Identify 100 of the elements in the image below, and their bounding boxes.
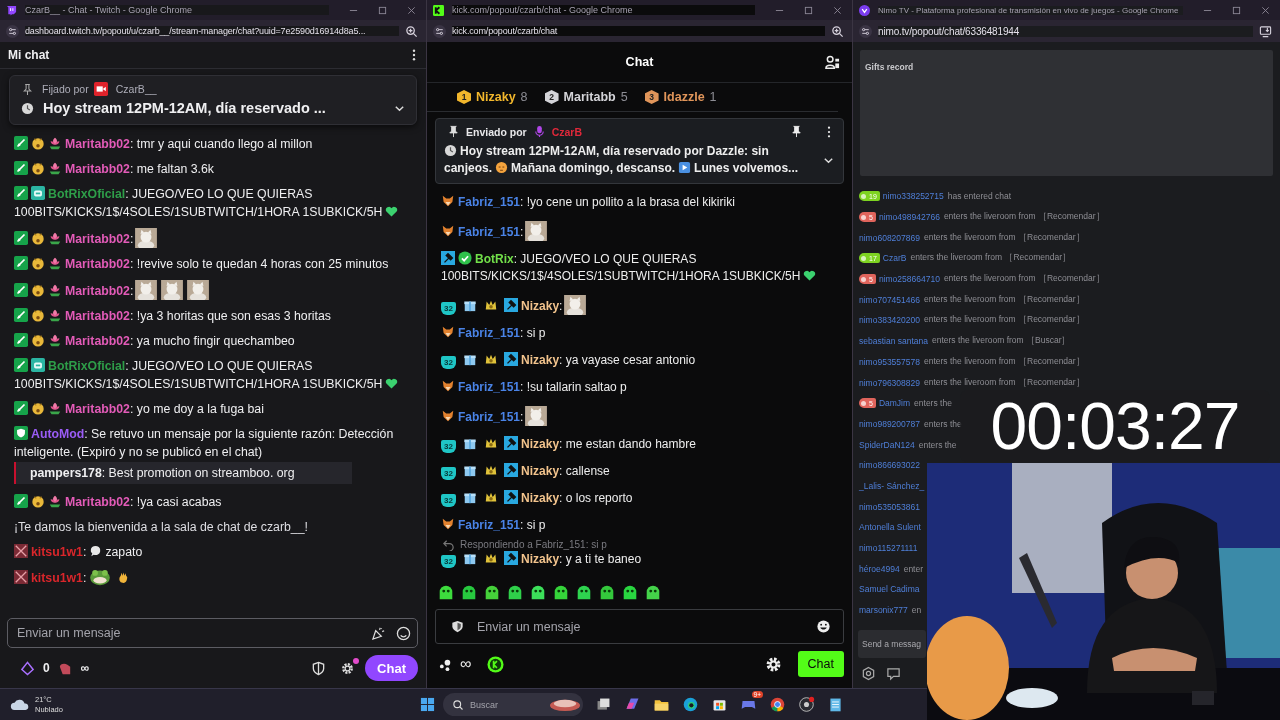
username[interactable]: SpiderDaN124 [859, 439, 915, 450]
chat-bubble-icon[interactable] [886, 665, 901, 681]
unpin-icon[interactable] [790, 125, 803, 138]
username[interactable]: _Lalis- Sánchez_ [859, 480, 925, 491]
username[interactable]: Maritabb02 [65, 257, 130, 271]
chat-button[interactable]: Chat [365, 655, 418, 681]
more-options-icon[interactable] [827, 125, 831, 138]
emote-icon[interactable] [506, 583, 524, 601]
username[interactable]: nimo115271111 [859, 543, 918, 554]
username[interactable]: nimo989200787 [859, 418, 920, 429]
close-icon[interactable] [1261, 5, 1270, 15]
leader-name[interactable]: Maritabb [563, 90, 616, 104]
shield-icon[interactable] [311, 660, 327, 676]
chrome-icon[interactable] [768, 696, 786, 713]
leader-name[interactable]: Nizaky [476, 90, 516, 104]
emote-icon[interactable] [552, 583, 570, 601]
username[interactable]: nimo383420200 [859, 315, 920, 326]
close-icon[interactable] [407, 5, 416, 15]
username[interactable]: Maritabb02 [65, 284, 130, 298]
username[interactable]: Maritabb02 [65, 137, 130, 151]
username[interactable]: nimo498942766 [878, 212, 940, 223]
maximize-icon[interactable] [804, 5, 813, 15]
username[interactable]: BotRix [475, 252, 514, 266]
username[interactable]: Maritabb02 [65, 402, 130, 416]
chat-button[interactable]: Chat [797, 651, 844, 677]
pinned-label: Enviado por [466, 125, 527, 138]
site-settings-icon[interactable] [6, 24, 19, 38]
username[interactable]: nimo707451466 [859, 294, 920, 305]
username[interactable]: Maritabb02 [65, 162, 130, 176]
settings-icon[interactable] [861, 665, 876, 681]
username[interactable]: héroe4994 [859, 563, 900, 574]
search-field[interactable]: Buscar [442, 693, 583, 716]
cloud-icon[interactable] [9, 697, 31, 712]
message-text: ¡Te damos la bienvenida a la sala de chat de czarb__! [14, 520, 308, 534]
pinned-author[interactable]: CzarB [551, 125, 583, 138]
kick-logo-icon[interactable] [487, 655, 505, 673]
emote-icon[interactable] [644, 583, 662, 601]
username[interactable]: Maritabb02 [65, 309, 130, 323]
username[interactable]: Maritabb02 [65, 334, 130, 348]
message-text: : o los reporto [559, 491, 633, 505]
emote-icon[interactable] [483, 583, 501, 601]
username[interactable]: Maritabb02 [65, 495, 130, 509]
site-settings-icon[interactable] [859, 24, 872, 38]
username[interactable]: nimo535053861 [859, 501, 920, 512]
username[interactable]: Samuel Cadima [859, 584, 920, 595]
users-icon[interactable] [825, 55, 840, 70]
browser-icon[interactable] [681, 696, 699, 713]
party-popper-icon[interactable] [371, 625, 386, 641]
username[interactable]: nimo608207869 [859, 232, 920, 243]
close-icon[interactable] [833, 5, 842, 15]
zoom-icon[interactable] [405, 24, 418, 38]
twitch-logo-icon [6, 4, 17, 16]
message-text: en [911, 605, 922, 616]
maximize-icon[interactable] [378, 5, 387, 15]
emote-icon[interactable] [598, 583, 616, 601]
username[interactable]: DamJim [878, 398, 911, 409]
leader-name[interactable]: Idazzle [663, 90, 705, 104]
pin-icon [447, 125, 460, 138]
fox-badge-icon [441, 194, 455, 208]
emote-icon[interactable] [460, 583, 478, 601]
emote-icon[interactable] [621, 583, 639, 601]
username[interactable]: nimo866693022 [859, 460, 920, 471]
username[interactable]: kitsu1w1 [31, 571, 83, 585]
maximize-icon[interactable] [1232, 5, 1241, 15]
diamond-icon[interactable] [20, 660, 35, 676]
emoji-icon[interactable] [396, 625, 411, 641]
username[interactable]: nimo796308829 [859, 377, 920, 388]
username[interactable]: nimo338252715 [882, 191, 944, 202]
url-text[interactable]: kick.com/popout/czarb/chat [452, 26, 825, 36]
recording-app-icon[interactable] [797, 696, 815, 713]
leader-count: 1 [709, 90, 717, 104]
url-text[interactable]: dashboard.twitch.tv/popout/u/czarb__/stream-manager/chat?uuid=7e2590d16914d8a5... [25, 26, 399, 36]
more-options-icon[interactable] [412, 49, 416, 61]
username[interactable]: Maritabb02 [65, 232, 130, 246]
username[interactable]: pampers178 [30, 466, 102, 480]
start-icon[interactable] [419, 697, 435, 712]
shield-icon[interactable] [450, 619, 465, 634]
site-settings-icon[interactable] [433, 24, 446, 38]
emote-icon[interactable] [437, 583, 455, 601]
settings-icon[interactable] [340, 660, 356, 676]
emote-icon[interactable] [529, 583, 547, 601]
emote-icon[interactable] [575, 583, 593, 601]
message-input[interactable]: Enviar un mensaje [435, 609, 844, 644]
install-app-icon[interactable] [1259, 24, 1272, 38]
username[interactable]: kitsu1w1 [31, 545, 83, 559]
username[interactable]: Antonella Sulent [859, 522, 921, 533]
message-input[interactable]: Send a messag [858, 630, 926, 658]
settings-icon[interactable] [764, 655, 782, 673]
username[interactable]: nimo258664710 [878, 274, 940, 285]
username[interactable]: CzarB [882, 253, 907, 264]
username[interactable]: sebastian santana [859, 336, 928, 347]
username[interactable]: marsonix777 [859, 605, 908, 616]
emoji-icon[interactable] [816, 619, 831, 634]
username[interactable]: nimo953557578 [859, 356, 920, 367]
url-text[interactable]: nimo.tv/popout/chat/6336481944 [878, 25, 1253, 37]
smiley-badge-icon [31, 494, 45, 508]
message-text: enters the [918, 439, 957, 450]
message-input[interactable]: Enviar un mensaje [7, 618, 418, 648]
message-text: canjeos. [444, 161, 493, 175]
zoom-icon[interactable] [831, 24, 844, 38]
